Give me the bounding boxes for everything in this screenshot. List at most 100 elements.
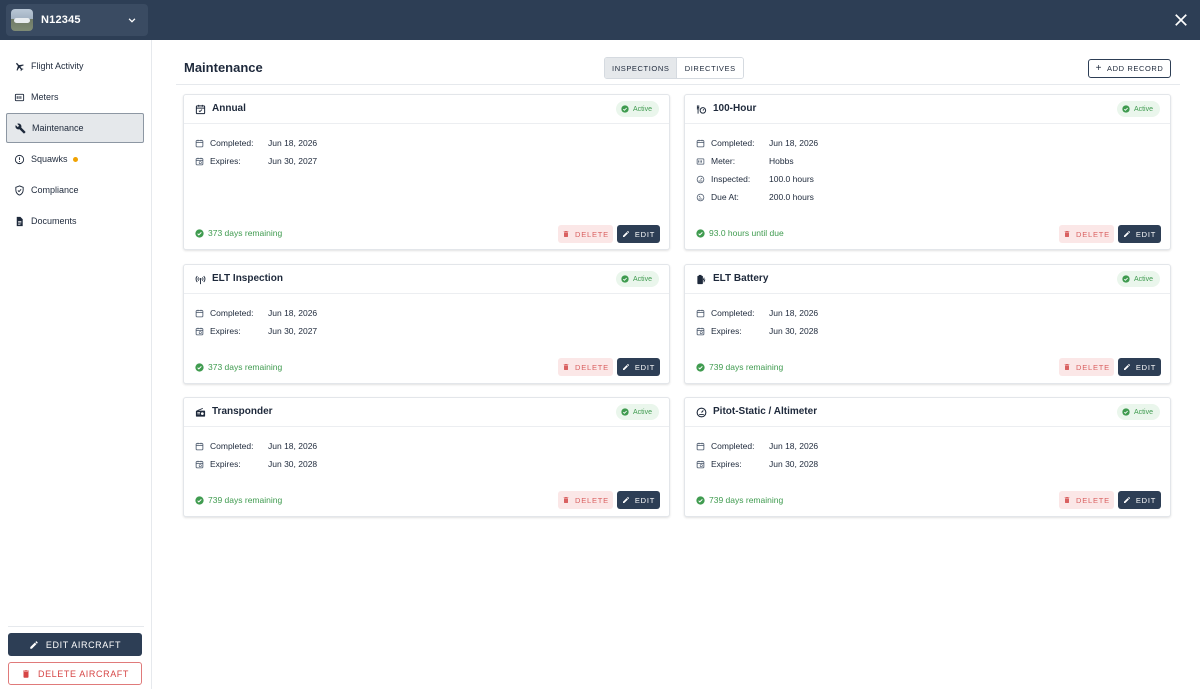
edit-aircraft-button[interactable]: EDIT AIRCRAFT [8, 633, 142, 656]
delete-button[interactable]: DELETE [1059, 491, 1114, 509]
maintenance-card-elt-inspection: ELT Inspection Active Completed: Jun 18,… [183, 264, 670, 384]
delete-button[interactable]: DELETE [558, 358, 613, 376]
sidebar-item-label: Flight Activity [31, 61, 84, 71]
remaining-text: 739 days remaining [709, 495, 784, 505]
pencil-icon [622, 497, 629, 503]
card-title: Transponder [212, 406, 273, 417]
maintenance-card-annual: Annual Active Completed: Jun 18, 2026 Ex… [183, 94, 670, 250]
status-label: Active [632, 275, 652, 283]
trash-icon [23, 669, 29, 678]
trash-icon [1064, 497, 1070, 503]
expires-value: Jun 30, 2028 [769, 326, 819, 336]
top-bar: N12345 [0, 0, 1200, 40]
card-title: Annual [212, 103, 246, 114]
delete-aircraft-button[interactable]: DELETE AIRCRAFT [8, 662, 142, 685]
edit-button[interactable]: EDIT [617, 225, 660, 243]
trash-icon [563, 364, 569, 370]
status-label: Active [1133, 105, 1153, 113]
status-label: Active [632, 105, 652, 113]
check-circle-icon [1122, 105, 1130, 113]
close-icon[interactable] [1172, 11, 1190, 29]
trash-icon [563, 497, 569, 503]
meter-value: Hobbs [769, 156, 794, 166]
expires-label: Expires: [210, 156, 241, 166]
trash-icon [1064, 364, 1070, 370]
check-circle-icon [195, 362, 204, 372]
transponder-icon [195, 407, 206, 417]
status-label: Active [632, 408, 652, 416]
shield-check-icon [15, 184, 24, 196]
completed-label: Completed: [210, 138, 254, 148]
expires-row: Expires: Jun 30, 2028 [696, 458, 818, 470]
sidebar-item-label: Maintenance [32, 123, 84, 133]
pencil-icon [1123, 497, 1130, 503]
edit-button[interactable]: EDIT [1118, 225, 1161, 243]
check-circle-icon [1122, 408, 1130, 416]
check-circle-icon [696, 495, 705, 505]
trash-icon [563, 231, 569, 237]
sidebar-item-maintenance[interactable]: Maintenance [6, 113, 144, 143]
check-circle-icon [696, 362, 705, 372]
completed-value: Jun 18, 2026 [769, 138, 819, 148]
expires-label: Expires: [210, 326, 241, 336]
calendar-icon [696, 309, 705, 317]
expires-value: Jun 30, 2027 [268, 326, 318, 336]
edit-button[interactable]: EDIT [617, 358, 660, 376]
inspected-value: 100.0 hours [769, 174, 814, 184]
airplane-icon [16, 62, 24, 71]
sidebar-item-compliance[interactable]: Compliance [6, 175, 144, 205]
sidebar-item-squawks[interactable]: Squawks [6, 144, 144, 174]
sidebar-item-flight-activity[interactable]: Flight Activity [6, 51, 144, 81]
edit-label: EDIT [634, 362, 656, 372]
card-header: ELT Battery Active [685, 265, 1170, 294]
edit-label: EDIT [1135, 362, 1157, 372]
edit-button[interactable]: EDIT [1118, 491, 1161, 509]
edit-button[interactable]: EDIT [1118, 358, 1161, 376]
add-record-button[interactable]: + ADD RECORD [1088, 59, 1171, 78]
check-circle-icon [621, 275, 629, 283]
completed-row: Completed: Jun 18, 2026 [195, 307, 317, 319]
inspected-row: Inspected: 100.0 hours [696, 173, 814, 185]
tab-inspections[interactable]: INSPECTIONS [605, 58, 678, 78]
delete-button[interactable]: DELETE [558, 225, 613, 243]
meter-icon [14, 93, 25, 101]
completed-label: Completed: [210, 308, 254, 318]
completed-row: Completed: Jun 18, 2026 [195, 440, 317, 452]
calendar-clock-icon [696, 327, 705, 335]
completed-value: Jun 18, 2026 [769, 441, 819, 451]
sidebar-item-documents[interactable]: Documents [6, 206, 144, 236]
aircraft-selector[interactable]: N12345 [6, 4, 148, 36]
due-at-row: Due At: 200.0 hours [696, 191, 814, 203]
meter-label: Meter: [711, 156, 736, 166]
completed-row: Completed: Jun 18, 2026 [696, 440, 818, 452]
delete-button[interactable]: DELETE [558, 491, 613, 509]
maintenance-card-pitot-static: Pitot-Static / Altimeter Active Complete… [684, 397, 1171, 517]
delete-button[interactable]: DELETE [1059, 358, 1114, 376]
sidebar-item-label: Documents [31, 216, 77, 226]
delete-label: DELETE [1076, 229, 1110, 239]
gauge-icon [696, 407, 707, 418]
calendar-clock-icon [195, 460, 204, 468]
card-header: 100-Hour Active [685, 95, 1170, 124]
edit-button[interactable]: EDIT [617, 491, 660, 509]
delete-label: DELETE [1076, 495, 1110, 505]
calendar-icon [195, 139, 204, 147]
check-circle-icon [195, 495, 204, 505]
status-label: Active [1133, 408, 1153, 416]
completed-label: Completed: [210, 441, 254, 451]
status-badge: Active [615, 404, 659, 420]
expires-label: Expires: [711, 326, 742, 336]
maintenance-card-transponder: Transponder Active Completed: Jun 18, 20… [183, 397, 670, 517]
edit-label: EDIT [1135, 229, 1157, 239]
aircraft-avatar [11, 9, 33, 31]
delete-button[interactable]: DELETE [1059, 225, 1114, 243]
delete-label: DELETE [575, 495, 609, 505]
maintenance-card-100-hour: 100-Hour Active Completed: Jun 18, 2026 … [684, 94, 1171, 250]
record-type-toggle: INSPECTIONS DIRECTIVES [604, 57, 744, 79]
delete-label: DELETE [575, 362, 609, 372]
tab-directives[interactable]: DIRECTIVES [677, 58, 743, 78]
remaining-text: 739 days remaining [208, 495, 283, 505]
status-badge: Active [1116, 271, 1160, 287]
sidebar-item-meters[interactable]: Meters [6, 82, 144, 112]
wrench-icon [15, 123, 26, 134]
